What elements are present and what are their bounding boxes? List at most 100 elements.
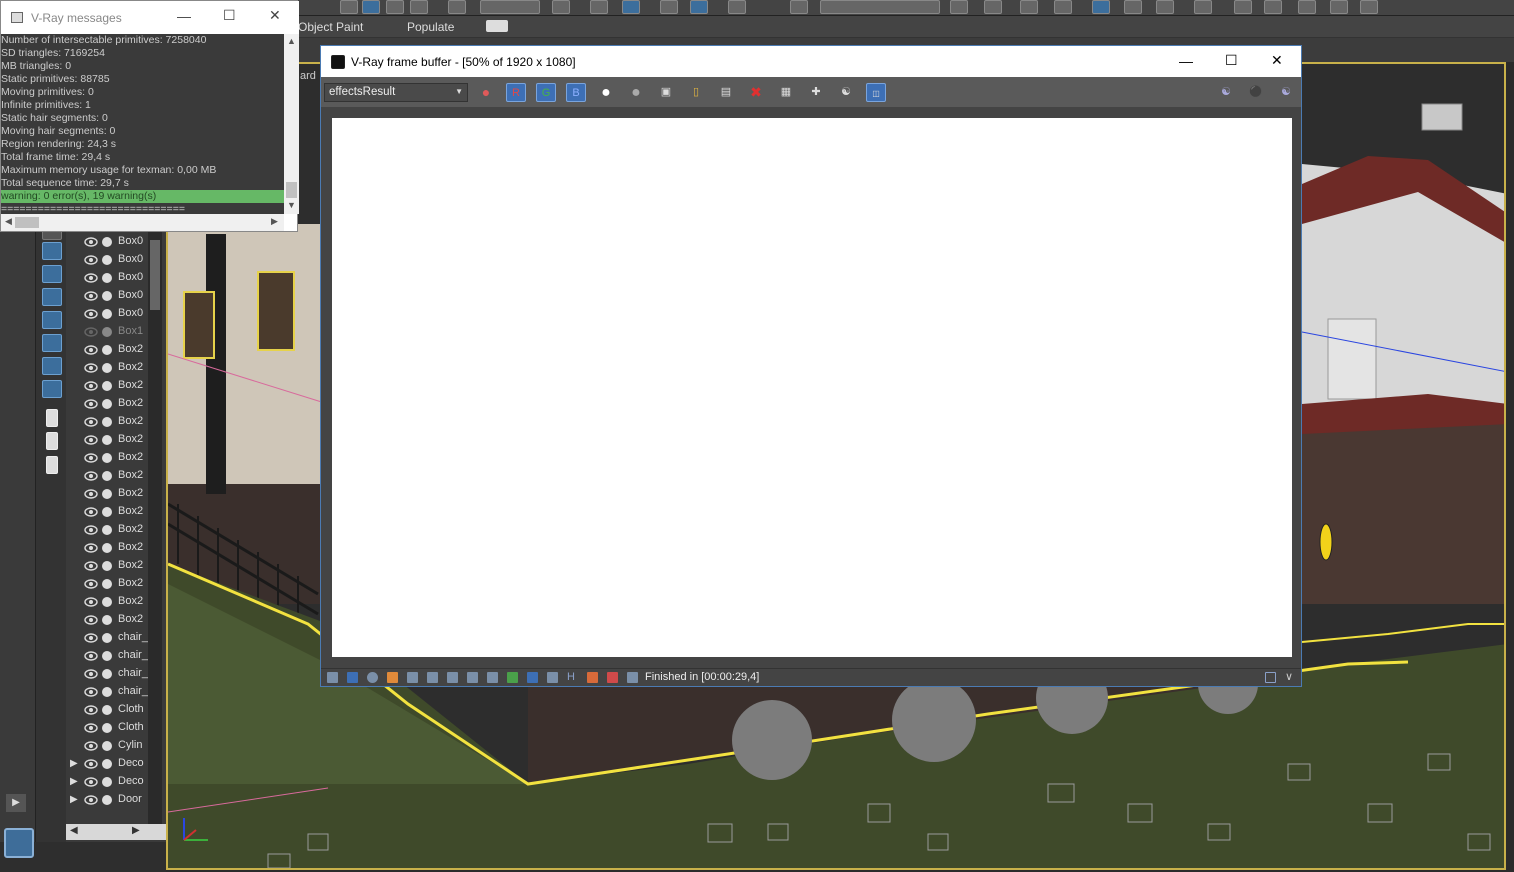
minimize-button[interactable]: — (1179, 53, 1193, 69)
select-icon[interactable] (340, 0, 358, 14)
eye-icon[interactable] (84, 236, 98, 247)
rendered-image[interactable] (332, 118, 1292, 657)
scene-explorer-row[interactable]: Box2 (66, 467, 158, 485)
alpha-channel-icon[interactable]: ● (596, 83, 616, 102)
render-iterative-icon[interactable] (1330, 0, 1348, 14)
vertical-compare-icon[interactable] (587, 672, 598, 683)
expand-arrow-icon[interactable]: ▶ (6, 794, 26, 812)
eye-icon[interactable] (84, 758, 98, 769)
page-icon[interactable] (46, 432, 58, 450)
histogram-icon[interactable] (447, 672, 458, 683)
layer-explorer-icon[interactable] (1054, 0, 1072, 14)
save-image-icon[interactable]: ▣ (656, 83, 676, 102)
lights-icon[interactable] (42, 288, 62, 306)
eye-icon[interactable] (84, 362, 98, 373)
scene-explorer-row[interactable]: Box0 (66, 233, 158, 251)
named-selection-icon[interactable] (790, 0, 808, 14)
snap-toggle-icon[interactable] (622, 0, 640, 14)
close-button[interactable]: ✕ (269, 7, 281, 24)
fit-window-icon[interactable] (1265, 672, 1276, 683)
vscroll-thumb[interactable] (286, 182, 297, 198)
chevron-down-icon[interactable]: ∨ (1285, 670, 1293, 683)
close-button[interactable]: ✕ (1271, 52, 1283, 69)
ribbon-toggle-icon[interactable] (1092, 0, 1110, 14)
eye-icon[interactable] (84, 326, 98, 337)
exposure-icon[interactable] (467, 672, 478, 683)
blue-channel-button[interactable]: B (566, 83, 586, 102)
eye-icon[interactable] (84, 524, 98, 535)
eye-icon[interactable] (84, 668, 98, 679)
color-correction-icon[interactable] (387, 672, 398, 683)
ab-split-icon[interactable] (607, 672, 618, 683)
containers-icon[interactable] (42, 334, 62, 352)
scene-explorer-row[interactable]: Box2 (66, 485, 158, 503)
spinner-snap-icon[interactable] (728, 0, 746, 14)
messages-hscrollbar[interactable]: ◀ ▶ (1, 214, 284, 231)
render-last-icon[interactable]: ☯ (1216, 83, 1236, 102)
compare-icon[interactable] (547, 672, 558, 683)
scene-explorer-row[interactable]: Box0 (66, 269, 158, 287)
scene-explorer-row[interactable]: Box2 (66, 413, 158, 431)
scene-explorer-scroll-thumb[interactable] (150, 240, 160, 310)
list-icon[interactable] (46, 409, 58, 427)
eye-icon[interactable] (84, 344, 98, 355)
space-warps-icon[interactable] (42, 242, 62, 260)
scroll-down-icon[interactable]: ▼ (287, 200, 296, 210)
srgb-icon[interactable] (507, 672, 518, 683)
eye-icon[interactable] (84, 470, 98, 481)
percent-snap-icon[interactable] (690, 0, 708, 14)
scene-explorer-row[interactable]: Box2 (66, 611, 158, 629)
info-icon[interactable] (367, 672, 378, 683)
expand-arrow-icon[interactable]: ▶ (70, 776, 78, 787)
scene-explorer-row[interactable]: Box2 (66, 431, 158, 449)
compare-ab-icon[interactable]: ◫ (866, 83, 886, 102)
filter-icon[interactable] (42, 484, 62, 502)
minimize-button[interactable]: — (177, 8, 191, 24)
scene-explorer-row[interactable]: ▶ Deco (66, 755, 158, 773)
properties-icon[interactable] (46, 456, 58, 474)
scene-explorer-row[interactable]: Box0 (66, 251, 158, 269)
material-editor-icon[interactable] (1194, 0, 1212, 14)
ribbon-options-icon[interactable] (486, 20, 508, 32)
move-icon[interactable] (362, 0, 380, 14)
lut-icon[interactable] (487, 672, 498, 683)
scene-explorer-row[interactable]: Box2 (66, 395, 158, 413)
scene-explorer-row[interactable]: Cloth (66, 701, 158, 719)
eye-icon[interactable] (84, 722, 98, 733)
eye-icon[interactable] (84, 452, 98, 463)
horizontal-compare-label[interactable]: H (567, 671, 575, 683)
clipboard-icon[interactable]: ▤ (716, 83, 736, 102)
schematic-icon[interactable] (1156, 0, 1174, 14)
scroll-right-icon[interactable]: ▶ (271, 216, 278, 227)
eye-icon[interactable] (84, 416, 98, 427)
eye-icon[interactable] (84, 632, 98, 643)
expand-arrow-icon[interactable]: ▶ (70, 758, 78, 769)
eye-icon[interactable] (84, 686, 98, 697)
scene-explorer-row[interactable]: Box2 (66, 521, 158, 539)
scene-explorer-scrollbar[interactable] (148, 232, 162, 824)
eye-icon[interactable] (84, 614, 98, 625)
eye-icon[interactable] (84, 308, 98, 319)
funnel-icon[interactable] (42, 506, 62, 524)
eye-icon[interactable] (84, 506, 98, 517)
reference-coord-dropdown[interactable] (480, 0, 540, 14)
green-channel-button[interactable]: G (536, 83, 556, 102)
scene-explorer-row[interactable]: chair_ (66, 629, 158, 647)
scene-explorer-row[interactable]: Cylin (66, 737, 158, 755)
scene-explorer-row[interactable]: chair_ (66, 647, 158, 665)
eye-icon[interactable] (84, 740, 98, 751)
color-channels-icon[interactable]: ● (476, 83, 496, 102)
eye-icon[interactable] (84, 488, 98, 499)
folder-icon[interactable] (42, 530, 62, 548)
angle-snap-icon[interactable] (660, 0, 678, 14)
helpers-icon[interactable] (42, 311, 62, 329)
scene-explorer-row[interactable]: Box0 (66, 305, 158, 323)
eye-icon[interactable] (84, 254, 98, 265)
track-mouse-icon[interactable]: ✚ (806, 83, 826, 102)
scene-explorer-row[interactable]: Box2 (66, 593, 158, 611)
eye-icon[interactable] (84, 596, 98, 607)
load-image-icon[interactable]: ▯ (686, 83, 706, 102)
hscroll-thumb[interactable] (15, 217, 39, 228)
snap-icon[interactable] (590, 0, 608, 14)
scene-explorer-row[interactable]: Box2 (66, 341, 158, 359)
